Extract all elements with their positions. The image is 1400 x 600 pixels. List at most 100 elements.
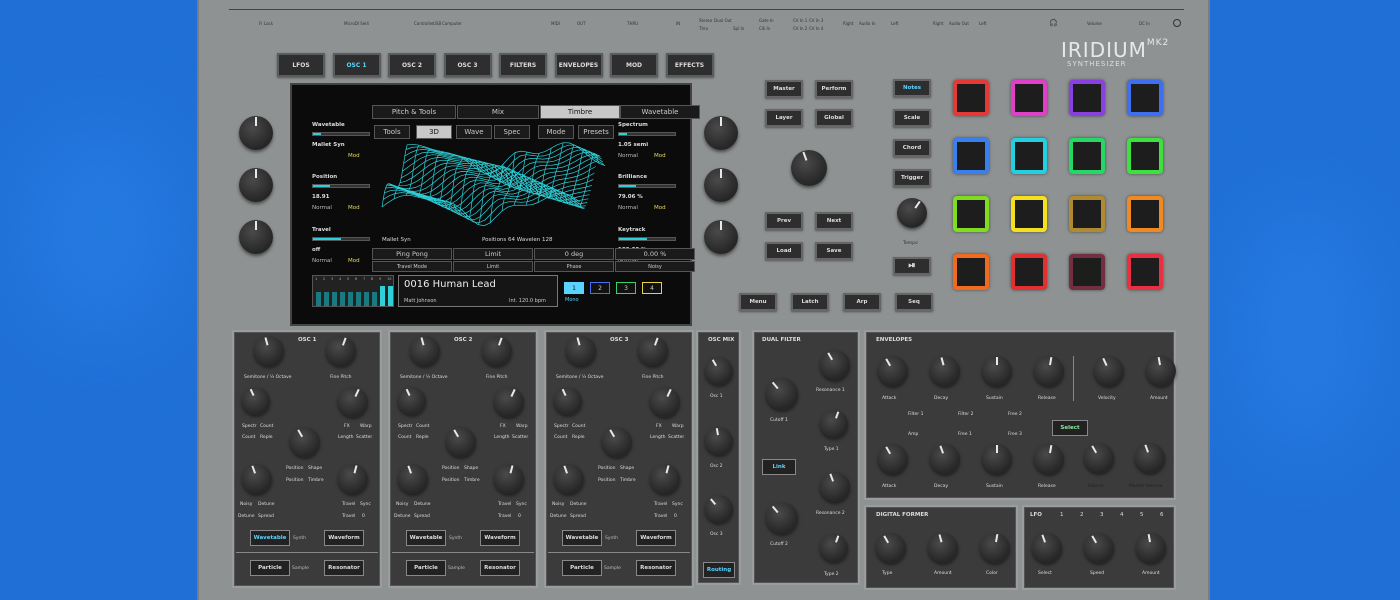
button-prev[interactable]: Prev (765, 212, 803, 230)
drum-pad[interactable] (1069, 196, 1105, 232)
button-seq[interactable]: Seq (895, 293, 933, 311)
drum-pad[interactable] (1127, 196, 1163, 232)
drum-pad[interactable] (1127, 80, 1163, 116)
tab-lfos[interactable]: LFOS (277, 53, 325, 77)
drum-pad[interactable] (953, 80, 989, 116)
tab-envelopes[interactable]: ENVELOPES (554, 53, 603, 77)
digital-former-knob[interactable] (876, 533, 906, 563)
lfo-number[interactable]: 1 (1060, 512, 1064, 518)
left-encoder-3[interactable] (239, 220, 273, 254)
power-icon[interactable] (1173, 19, 1181, 27)
osc2-level-knob[interactable] (705, 427, 733, 455)
preset-name[interactable]: 0016 Human Lead (404, 279, 496, 290)
button-chord[interactable]: Chord (893, 139, 931, 157)
param-value[interactable]: Limit (453, 248, 533, 260)
tab-mod[interactable]: MOD (610, 53, 658, 77)
spectr-knob[interactable] (242, 387, 270, 415)
left-param-mod-tag[interactable]: Mod (348, 258, 360, 264)
glance-knob[interactable] (1084, 443, 1114, 473)
link-button[interactable]: Link (762, 459, 796, 475)
type2-knob[interactable] (820, 534, 848, 562)
left-encoder-1[interactable] (239, 116, 273, 150)
resonance1-knob[interactable] (820, 350, 850, 380)
waveform-mode-button[interactable]: Waveform (324, 530, 364, 546)
resonator-mode-button[interactable]: Resonator (636, 560, 676, 576)
button-next[interactable]: Next (815, 212, 853, 230)
tab-osc-2[interactable]: OSC 2 (388, 53, 436, 77)
screen-tab[interactable]: Pitch & Tools (372, 105, 456, 119)
button-save[interactable]: Save (815, 242, 853, 260)
drum-pad[interactable] (1011, 80, 1047, 116)
semitone-knob[interactable] (410, 336, 440, 366)
resonance2-knob[interactable] (820, 472, 850, 502)
particle-mode-button[interactable]: Particle (562, 560, 602, 576)
left-param-mod-tag[interactable]: Mod (348, 205, 360, 211)
fx-knob[interactable] (650, 387, 680, 417)
button-trigger[interactable]: Trigger (893, 169, 931, 187)
tab-filters[interactable]: FILTERS (499, 53, 547, 77)
screen-tab[interactable]: Timbre (540, 105, 620, 119)
fx-knob[interactable] (494, 387, 524, 417)
env-bottom-knob[interactable] (1034, 444, 1064, 474)
resonator-mode-button[interactable]: Resonator (324, 560, 364, 576)
travel-knob[interactable] (494, 464, 524, 494)
drum-pad[interactable] (1069, 138, 1105, 174)
travel-knob[interactable] (338, 464, 368, 494)
voice-slot[interactable]: 4 (642, 282, 662, 294)
shape-knob[interactable] (398, 464, 428, 494)
right-param-mod-tag[interactable]: Mod (654, 205, 666, 211)
cutoff1-knob[interactable] (766, 378, 798, 410)
drum-pad[interactable] (1011, 254, 1047, 290)
semitone-knob[interactable] (566, 336, 596, 366)
lfo-knob[interactable] (1032, 533, 1062, 563)
drum-pad[interactable] (1069, 254, 1105, 290)
env-top-knob[interactable] (930, 356, 960, 386)
button-arp[interactable]: Arp (843, 293, 881, 311)
main-encoder[interactable] (791, 150, 827, 186)
envelope-select-button[interactable]: Select (1052, 420, 1088, 436)
button-menu[interactable]: Menu (739, 293, 777, 311)
play-pause-button[interactable]: ⏯ (893, 257, 931, 275)
resonator-mode-button[interactable]: Resonator (480, 560, 520, 576)
position-knob[interactable] (602, 427, 632, 457)
env-top-knob[interactable] (878, 356, 908, 386)
digital-former-knob[interactable] (980, 533, 1010, 563)
spectr-knob[interactable] (554, 387, 582, 415)
cutoff2-knob[interactable] (766, 502, 798, 534)
env-bottom-knob[interactable] (878, 444, 908, 474)
master-volume-knob[interactable] (1135, 443, 1165, 473)
drum-pad[interactable] (953, 196, 989, 232)
screen-tab[interactable]: Mix (457, 105, 539, 119)
travel-knob[interactable] (650, 464, 680, 494)
drum-pad[interactable] (1069, 80, 1105, 116)
button-layer[interactable]: Layer (765, 109, 803, 127)
shape-knob[interactable] (242, 464, 272, 494)
fine-pitch-knob[interactable] (638, 336, 668, 366)
right-encoder-1[interactable] (704, 116, 738, 150)
drum-pad[interactable] (1011, 138, 1047, 174)
fine-pitch-knob[interactable] (326, 336, 356, 366)
lfo-number[interactable]: 2 (1080, 512, 1084, 518)
right-encoder-3[interactable] (704, 220, 738, 254)
type1-knob[interactable] (820, 410, 848, 438)
position-knob[interactable] (446, 427, 476, 457)
button-scale[interactable]: Scale (893, 109, 931, 127)
voice-slot[interactable]: 2 (590, 282, 610, 294)
drum-pad[interactable] (1011, 196, 1047, 232)
drum-pad[interactable] (1127, 254, 1163, 290)
tab-effects[interactable]: EFFECTS (665, 53, 714, 77)
param-value[interactable]: Ping Pong (372, 248, 452, 260)
fine-pitch-knob[interactable] (482, 336, 512, 366)
env-top-knob[interactable] (1146, 356, 1176, 386)
button-notes[interactable]: Notes (893, 79, 931, 97)
left-param-mod-tag[interactable]: Mod (348, 153, 360, 159)
particle-mode-button[interactable]: Particle (406, 560, 446, 576)
shape-knob[interactable] (554, 464, 584, 494)
param-value[interactable]: 0 deg (534, 248, 614, 260)
drum-pad[interactable] (953, 254, 989, 290)
param-value[interactable]: 0.00 % (615, 248, 695, 260)
button-global[interactable]: Global (815, 109, 853, 127)
lfo-number[interactable]: 6 (1160, 512, 1164, 518)
tab-osc-3[interactable]: OSC 3 (443, 53, 492, 77)
digital-former-knob[interactable] (928, 533, 958, 563)
